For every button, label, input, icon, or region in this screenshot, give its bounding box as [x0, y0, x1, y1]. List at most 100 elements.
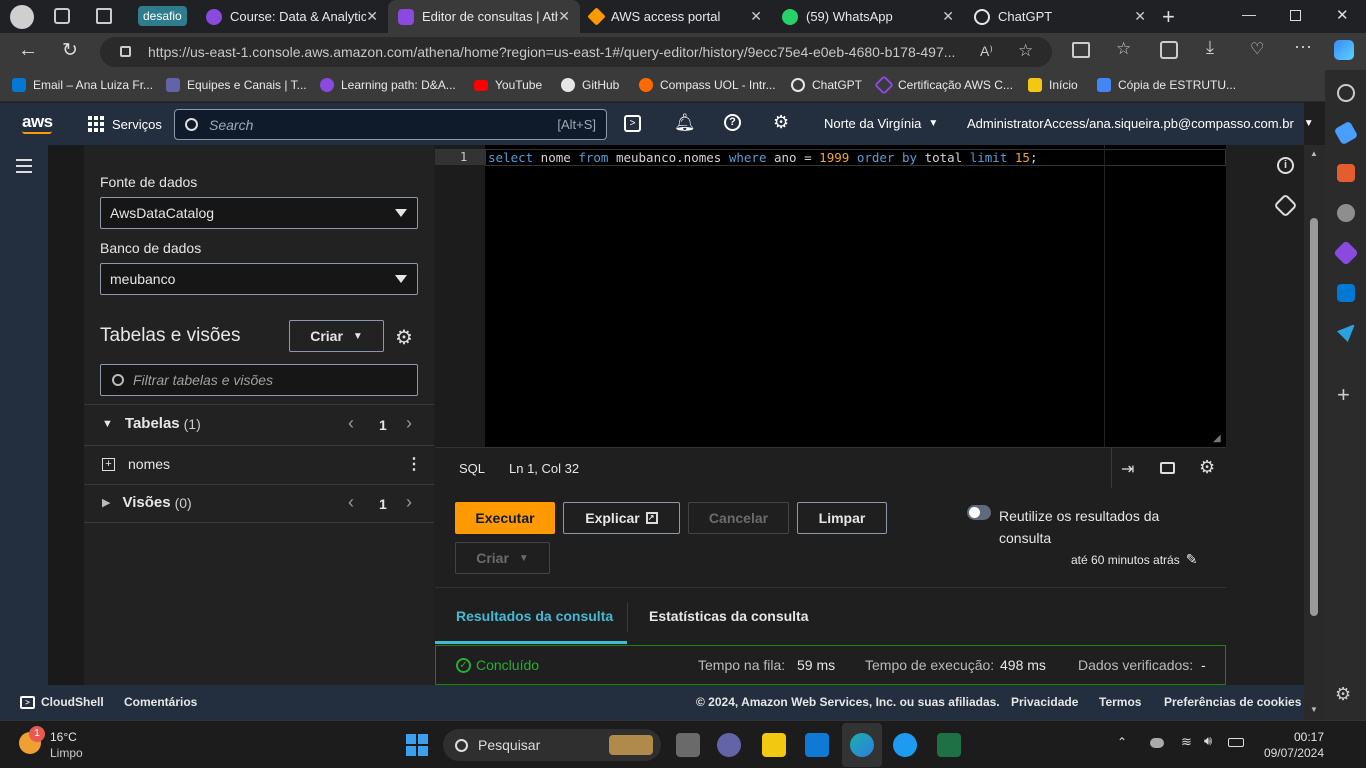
tag-icon[interactable]: [1333, 120, 1359, 146]
next-page-icon[interactable]: ›: [406, 492, 412, 513]
favorite-star-icon[interactable]: ☆: [1018, 41, 1033, 61]
close-icon[interactable]: ✕: [558, 8, 570, 25]
excel-icon[interactable]: [937, 733, 961, 757]
lock-icon[interactable]: [120, 46, 131, 57]
battery-icon[interactable]: [1228, 738, 1244, 747]
bookmark-email[interactable]: Email – Ana Luiza Fr...: [12, 78, 153, 92]
favorites-icon[interactable]: ☆: [1116, 39, 1131, 59]
copilot-icon[interactable]: [1334, 40, 1354, 60]
database-select[interactable]: meubanco: [100, 263, 418, 295]
window-close-icon[interactable]: ✕: [1336, 6, 1349, 24]
datasource-select[interactable]: AwsDataCatalog: [100, 197, 418, 229]
close-icon[interactable]: ✕: [942, 8, 954, 25]
teams-icon[interactable]: [717, 733, 741, 757]
bookmark-chatgpt[interactable]: ChatGPT: [791, 78, 862, 92]
help-icon[interactable]: ?: [724, 114, 741, 131]
profile-avatar-icon[interactable]: [10, 5, 34, 29]
add-app-icon[interactable]: +: [1337, 382, 1350, 408]
settings-gear-icon[interactable]: ⚙: [1335, 684, 1351, 705]
task-view-icon[interactable]: [676, 733, 700, 757]
services-menu[interactable]: Serviços: [88, 116, 162, 132]
volume-icon[interactable]: 🔊︎: [1204, 733, 1212, 749]
restore-icon[interactable]: [1290, 10, 1301, 21]
tab-chatgpt[interactable]: ChatGPT ✕: [964, 0, 1156, 33]
cancel-button[interactable]: Cancelar: [688, 502, 789, 534]
resize-handle-icon[interactable]: ◢: [1213, 433, 1221, 444]
refresh-icon[interactable]: ↻: [62, 39, 78, 62]
bookmark-learning-path[interactable]: Learning path: D&A...: [320, 78, 456, 92]
start-windows-icon[interactable]: [406, 734, 428, 756]
hamburger-menu-icon[interactable]: [16, 159, 32, 173]
docker-icon[interactable]: [893, 733, 917, 757]
region-selector[interactable]: Norte da Virgínia ▼: [824, 116, 938, 131]
sql-editor[interactable]: 1 select nome from meubanco.nomes where …: [435, 145, 1226, 447]
comments-link[interactable]: Comentários: [124, 695, 197, 709]
scrollbar-thumb[interactable]: [1310, 218, 1318, 616]
tab-actions-icon[interactable]: [96, 8, 112, 24]
close-icon[interactable]: ✕: [366, 8, 378, 25]
tab-course[interactable]: Course: Data & Analytic ✕: [196, 0, 388, 33]
format-query-icon[interactable]: ⇥: [1121, 459, 1134, 479]
explain-button[interactable]: Explicar ↗: [563, 502, 680, 534]
table-options-icon[interactable]: ⋮: [406, 454, 422, 474]
wifi-icon[interactable]: ≋: [1181, 734, 1192, 750]
bookmark-teams[interactable]: Equipes e Canais | T...: [166, 78, 307, 92]
next-page-icon[interactable]: ›: [406, 413, 412, 434]
tab-query-results[interactable]: Resultados da consulta: [456, 608, 613, 624]
table-item-nomes[interactable]: + nomes: [102, 456, 170, 472]
info-icon[interactable]: i: [1277, 157, 1294, 174]
search-icon[interactable]: [1337, 84, 1355, 102]
bell-icon[interactable]: 🔔︎: [674, 113, 696, 133]
keyboard-icon[interactable]: [1160, 462, 1175, 474]
reuse-time-setting[interactable]: até 60 minutos atrás ✎: [1071, 551, 1197, 568]
onedrive-icon[interactable]: [1150, 738, 1164, 748]
tab-query-stats[interactable]: Estatísticas da consulta: [649, 608, 809, 624]
bookmark-github[interactable]: GitHub: [561, 78, 619, 92]
telegram-icon[interactable]: [1337, 324, 1355, 342]
close-icon[interactable]: ✕: [750, 8, 762, 25]
tables-section-toggle[interactable]: ▼ Tabelas (1): [102, 415, 201, 432]
weather-temp[interactable]: 16°C: [50, 730, 77, 744]
bookmark-inicio[interactable]: Início: [1028, 78, 1078, 92]
clock-time[interactable]: 00:17: [1292, 730, 1324, 744]
prev-page-icon[interactable]: ‹: [348, 413, 354, 434]
vscode-icon[interactable]: [805, 733, 829, 757]
tables-page-number[interactable]: 1: [379, 417, 387, 433]
filter-tables-input[interactable]: Filtrar tabelas e visões: [100, 364, 418, 396]
settings-icon[interactable]: ⚙: [395, 325, 413, 350]
tray-chevron-icon[interactable]: ⌃: [1117, 735, 1127, 749]
edge-browser-icon[interactable]: [850, 733, 874, 757]
views-section-toggle[interactable]: ▶ Visões (0): [102, 494, 192, 511]
create-dropdown-button[interactable]: Criar ▼: [289, 320, 384, 352]
bookmark-certificacao[interactable]: Certificação AWS C...: [874, 75, 1013, 95]
run-button[interactable]: Executar: [455, 502, 555, 534]
tab-aws-portal[interactable]: AWS access portal ✕: [580, 0, 772, 33]
code-line[interactable]: select nome from meubanco.nomes where an…: [488, 150, 1037, 165]
address-bar[interactable]: https://us-east-1.console.aws.amazon.com…: [100, 37, 1052, 67]
bookmark-estrutura[interactable]: Cópia de ESTRUTU...: [1097, 78, 1236, 92]
reuse-results-toggle[interactable]: [967, 505, 991, 520]
tab-query-editor[interactable]: Editor de consultas | Ath ✕: [388, 0, 580, 33]
downloads-icon[interactable]: ⤓: [1206, 37, 1214, 58]
cloudshell-link[interactable]: > CloudShell: [20, 695, 104, 709]
tab-group-desafio[interactable]: desafio: [138, 6, 187, 26]
settings-icon[interactable]: ⚙: [773, 112, 789, 133]
tab-whatsapp[interactable]: (59) WhatsApp ✕: [772, 0, 964, 33]
terms-link[interactable]: Termos: [1099, 695, 1141, 709]
split-screen-icon[interactable]: [1072, 42, 1090, 58]
expand-plus-icon[interactable]: +: [102, 457, 115, 471]
back-icon[interactable]: ←: [18, 39, 38, 62]
views-page-number[interactable]: 1: [379, 496, 387, 512]
create-button[interactable]: Criar ▼: [455, 542, 550, 574]
minimize-icon[interactable]: —: [1242, 6, 1256, 22]
account-menu[interactable]: AdministratorAccess/ana.siqueira.pb@comp…: [967, 116, 1314, 131]
cloudshell-icon[interactable]: >: [624, 115, 641, 132]
privacy-link[interactable]: Privacidade: [1011, 695, 1078, 709]
file-explorer-icon[interactable]: [762, 733, 786, 757]
heartbeat-icon[interactable]: ♡: [1250, 39, 1264, 59]
new-tab-icon[interactable]: +: [1162, 4, 1175, 30]
aws-search-input[interactable]: Search [Alt+S]: [174, 109, 607, 140]
clock-date[interactable]: 09/07/2024: [1259, 746, 1324, 760]
more-menu-icon[interactable]: ⋯: [1294, 37, 1312, 58]
people-icon[interactable]: [1337, 204, 1355, 222]
